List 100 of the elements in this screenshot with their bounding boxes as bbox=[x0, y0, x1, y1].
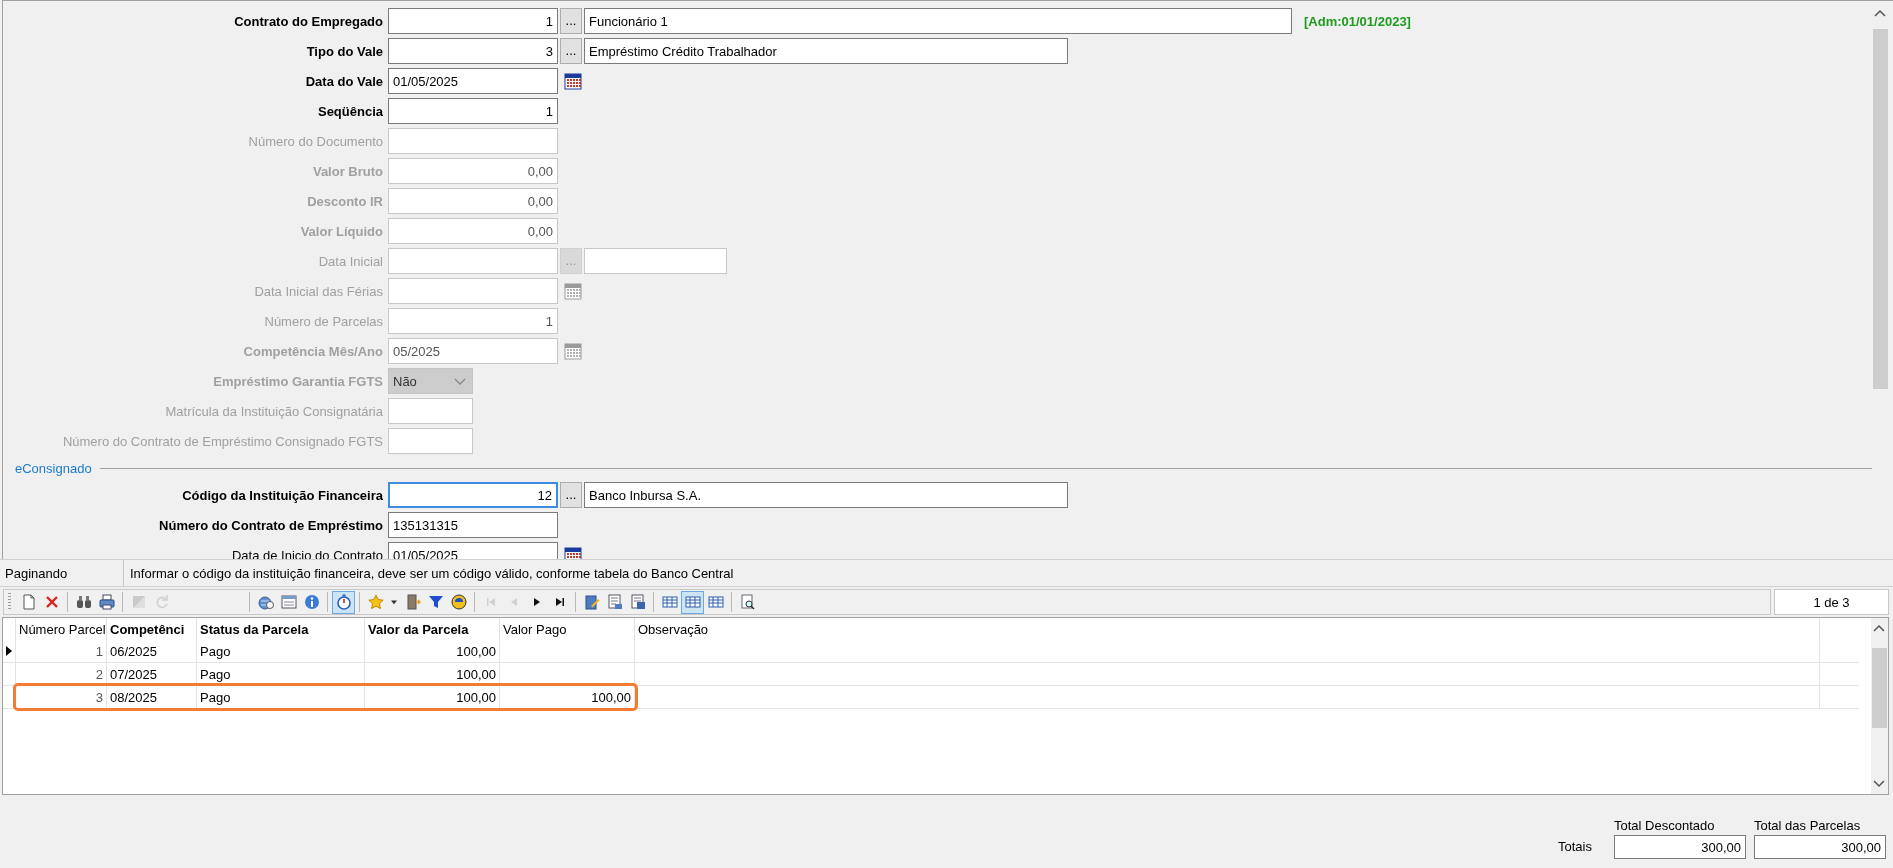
table-cell: 100,00 bbox=[365, 663, 500, 685]
field-label: Contrato do Empregado bbox=[233, 13, 384, 29]
field-label: Número do Contrato de Empréstimo Consignado FGTS bbox=[61, 433, 384, 449]
table-cell: 100,00 bbox=[365, 640, 500, 662]
field-label: Número de Parcelas bbox=[263, 313, 384, 329]
field-label: Desconto IR bbox=[306, 193, 384, 209]
input-field[interactable] bbox=[388, 398, 473, 424]
calendar-icon bbox=[564, 546, 582, 559]
column-header[interactable]: Número Parcel bbox=[16, 618, 107, 640]
printer-icon bbox=[98, 594, 115, 610]
stopwatch-icon bbox=[335, 594, 352, 610]
chevron-down-icon bbox=[454, 376, 466, 386]
document-icon bbox=[629, 594, 646, 610]
field-label: Código da Instituição Financeira bbox=[181, 487, 384, 503]
total-field: 300,00 bbox=[1614, 835, 1746, 859]
field-label: Valor Bruto bbox=[311, 163, 384, 179]
chevron-up-icon bbox=[1874, 9, 1886, 18]
field-label: Data de Inicio do Contrato bbox=[230, 547, 384, 559]
scrollbar[interactable] bbox=[1871, 618, 1888, 794]
table-cell: Pago bbox=[197, 663, 365, 685]
column-header[interactable]: Valor Pago bbox=[500, 618, 635, 640]
field-label: Competência Mês/Ano bbox=[242, 343, 384, 359]
input-field[interactable] bbox=[388, 128, 558, 154]
field-label: Data Inicial bbox=[317, 253, 384, 269]
row-indicator[interactable] bbox=[3, 640, 16, 662]
input-field[interactable] bbox=[388, 278, 558, 304]
window-icon bbox=[280, 594, 297, 610]
lookup-button[interactable]: ... bbox=[560, 482, 582, 508]
magnifier-icon bbox=[739, 594, 756, 610]
scrollbar-thumb[interactable] bbox=[1873, 29, 1888, 389]
toolbar-grip bbox=[8, 593, 11, 611]
select-value: Não bbox=[393, 373, 417, 389]
grid-icon bbox=[661, 594, 678, 610]
lookup-button[interactable]: ... bbox=[560, 38, 582, 64]
admission-note: [Adm:01/01/2023] bbox=[1304, 13, 1411, 29]
new-document-icon bbox=[20, 594, 37, 610]
field-label: Matrícula da Instituição Consignatária bbox=[164, 403, 384, 419]
table-cell: 06/2025 bbox=[107, 640, 197, 662]
input-field[interactable]: 01/05/2025 bbox=[388, 542, 558, 559]
description-field: Banco Inbursa S.A. bbox=[584, 482, 1068, 508]
input-field[interactable]: 01/05/2025 bbox=[388, 68, 558, 94]
calendar-icon bbox=[564, 342, 582, 360]
square-icon bbox=[130, 594, 147, 610]
input-field[interactable]: 3 bbox=[388, 38, 558, 64]
edit-icon bbox=[583, 594, 600, 610]
page-counter: 1 de 3 bbox=[1774, 589, 1889, 615]
total-label: Total das Parcelas bbox=[1754, 818, 1862, 833]
grid-icon bbox=[684, 594, 701, 610]
scrollbar-thumb[interactable] bbox=[1872, 648, 1887, 728]
column-header[interactable]: Observação bbox=[635, 618, 1820, 640]
field-label: Valor Líquido bbox=[299, 223, 384, 239]
table-cell: 07/2025 bbox=[107, 663, 197, 685]
field-label: Data Inicial das Férias bbox=[253, 283, 384, 299]
column-header[interactable]: Valor da Parcela bbox=[365, 618, 500, 640]
input-field[interactable] bbox=[388, 428, 473, 454]
calendar-icon bbox=[564, 72, 582, 90]
grid-icon bbox=[707, 594, 724, 610]
lookup-button[interactable]: ... bbox=[560, 8, 582, 34]
column-header[interactable]: Competênci bbox=[107, 618, 197, 640]
table-cell: Pago bbox=[197, 640, 365, 662]
input-field[interactable] bbox=[388, 248, 558, 274]
input-field[interactable]: 1 bbox=[388, 8, 558, 34]
chevron-up-icon bbox=[1873, 624, 1885, 633]
total-field: 300,00 bbox=[1754, 835, 1886, 859]
filter-icon bbox=[427, 594, 444, 610]
star-icon bbox=[367, 594, 384, 610]
totals-label: Totais bbox=[1558, 839, 1592, 856]
input-field[interactable]: 12 bbox=[388, 482, 558, 508]
binoculars-icon bbox=[75, 594, 92, 610]
current-row-icon bbox=[5, 645, 13, 657]
table-cell: 100,00 bbox=[365, 686, 500, 708]
stopwatch-button[interactable] bbox=[332, 590, 355, 614]
status-mode: Paginando bbox=[0, 560, 124, 586]
grid-button[interactable] bbox=[681, 590, 704, 614]
table-cell: Pago bbox=[197, 686, 365, 708]
table-cell: 08/2025 bbox=[107, 686, 197, 708]
globe-question-icon bbox=[257, 594, 274, 610]
input-field[interactable]: 1 bbox=[388, 98, 558, 124]
field-label: Tipo do Vale bbox=[305, 43, 384, 59]
table-cell: 1 bbox=[16, 640, 107, 662]
table-cell: 100,00 bbox=[500, 686, 635, 708]
field-label: Número do Contrato de Empréstimo bbox=[158, 517, 384, 533]
calendar-icon bbox=[564, 282, 582, 300]
table-cell: 2 bbox=[16, 663, 107, 685]
field-label: Seqüência bbox=[316, 103, 384, 119]
field-label: Empréstimo Garantia FGTS bbox=[212, 373, 384, 389]
status-hint: Informar o código da instituição financeira, deve ser um código válido, conforme tabela do Banco Central bbox=[129, 565, 734, 581]
info-icon bbox=[303, 594, 320, 610]
field-label: Data do Vale bbox=[304, 73, 384, 89]
total-label: Total Descontado bbox=[1614, 818, 1716, 833]
globe-icon bbox=[450, 594, 467, 610]
input-field[interactable]: 135131315 bbox=[388, 512, 558, 538]
section-title: eConsignado bbox=[15, 460, 92, 476]
door-icon bbox=[404, 594, 421, 610]
description-field: Empréstimo Crédito Trabalhador bbox=[584, 38, 1068, 64]
chevron-down-icon bbox=[1873, 779, 1885, 788]
table-cell: 3 bbox=[16, 686, 107, 708]
delete-icon bbox=[43, 594, 60, 610]
column-header[interactable]: Status da Parcela bbox=[197, 618, 365, 640]
description-field: Funcionário 1 bbox=[584, 8, 1292, 34]
